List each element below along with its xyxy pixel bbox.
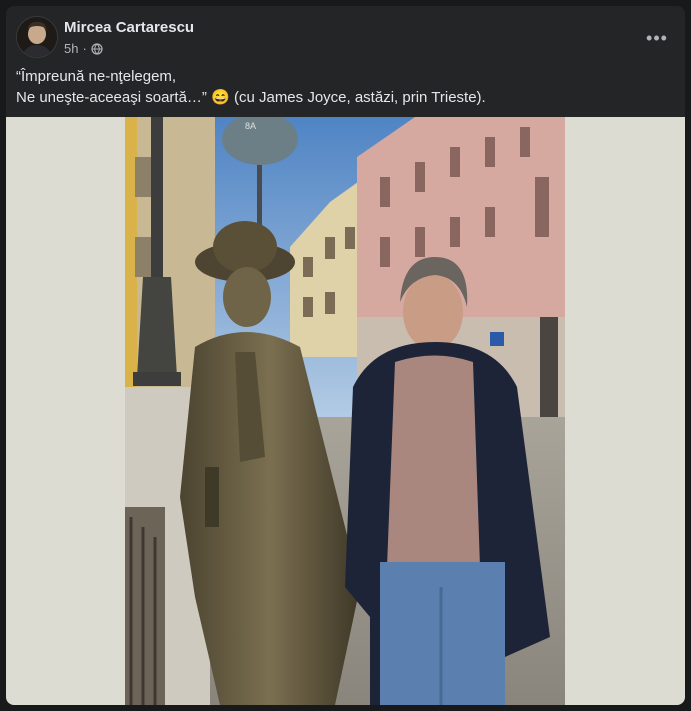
- photo-scene: 8A: [125, 117, 565, 705]
- post-photo[interactable]: 8A: [125, 117, 565, 705]
- author-avatar[interactable]: [16, 16, 58, 58]
- post-text-quote-end: Ne uneşte-aceeaşi soartă…”: [16, 89, 207, 106]
- post-meta: 5h ·: [64, 41, 103, 56]
- post-text-line-2: Ne uneşte-aceeaşi soartă…” 😄 (cu James J…: [16, 87, 666, 108]
- grinning-emoji-icon: 😄: [211, 89, 230, 106]
- author-name[interactable]: Mircea Cartarescu: [64, 19, 194, 36]
- post-time[interactable]: 5h: [64, 41, 78, 56]
- post-text-caption: (cu James Joyce, astăzi, prin Trieste).: [233, 89, 486, 106]
- post-card: Mircea Cartarescu 5h · ••• “Împreună ne-…: [6, 6, 685, 705]
- more-options-icon[interactable]: •••: [643, 24, 671, 52]
- post-header: Mircea Cartarescu 5h · •••: [16, 16, 675, 60]
- meta-separator: ·: [82, 41, 87, 56]
- post-text-line-1: “Împreună ne-nţelegem,: [16, 68, 177, 85]
- avatar-portrait: [17, 17, 57, 57]
- post-text: “Împreună ne-nţelegem, Ne uneşte-aceeaşi…: [16, 66, 666, 108]
- sign-text: 8A: [245, 121, 256, 131]
- post-photo-container[interactable]: 8A: [6, 117, 685, 705]
- globe-icon[interactable]: [91, 42, 103, 55]
